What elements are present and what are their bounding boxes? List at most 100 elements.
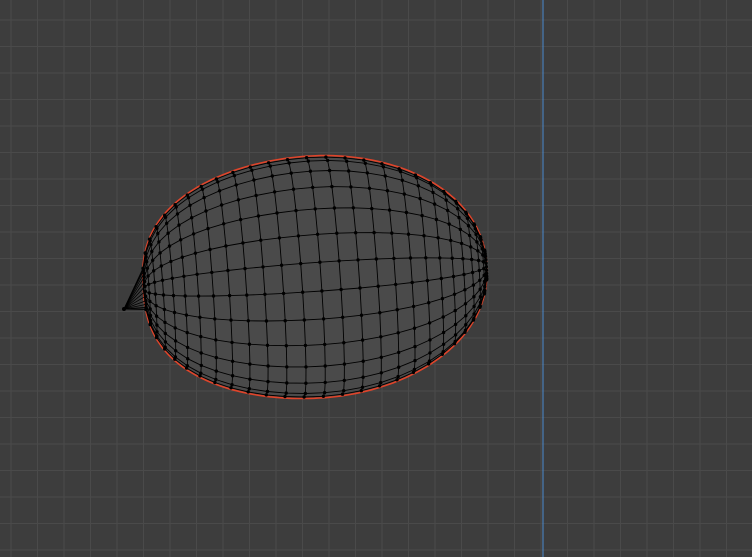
mesh-vertex[interactable] [362, 158, 366, 162]
mesh-vertex[interactable] [156, 231, 160, 236]
mesh-vertex[interactable] [185, 330, 189, 335]
mesh-vertex[interactable] [440, 296, 445, 301]
mesh-vertex[interactable] [306, 159, 310, 163]
mesh-vertex[interactable] [147, 282, 151, 286]
mesh-vertex[interactable] [216, 180, 220, 184]
mesh-vertex[interactable] [464, 210, 468, 214]
mesh-vertex[interactable] [145, 260, 149, 264]
mesh-vertex[interactable] [186, 357, 190, 361]
mesh-vertex[interactable] [182, 274, 186, 278]
mesh-vertex[interactable] [153, 292, 158, 296]
mesh-vertex[interactable] [259, 238, 263, 242]
mesh-vertex[interactable] [230, 383, 234, 387]
mesh-vertex[interactable] [277, 236, 282, 240]
mesh-vertex[interactable] [323, 342, 327, 347]
mesh-vertex[interactable] [185, 364, 189, 368]
mesh-vertex[interactable] [392, 256, 396, 261]
mesh-vertex[interactable] [327, 168, 332, 173]
mesh-vertex[interactable] [321, 394, 326, 398]
mesh-vertex[interactable] [404, 210, 409, 215]
mesh-vertex[interactable] [351, 206, 355, 210]
mesh-vertex[interactable] [406, 232, 411, 236]
mesh-vertex[interactable] [379, 371, 383, 375]
mesh-vertex[interactable] [303, 391, 307, 396]
mesh-vertex[interactable] [469, 245, 473, 249]
mesh-vertex[interactable] [155, 323, 159, 327]
mesh-vertex[interactable] [463, 302, 468, 306]
mesh-vertex[interactable] [361, 375, 365, 379]
mesh-vertex[interactable] [283, 394, 287, 399]
mesh-vertex[interactable] [308, 169, 313, 173]
mesh-vertex[interactable] [143, 284, 147, 289]
mesh-vertex[interactable] [169, 259, 173, 264]
mesh-vertex[interactable] [395, 308, 399, 312]
mesh-vertex[interactable] [408, 256, 413, 260]
mesh-vertex[interactable] [206, 226, 210, 231]
mesh-vertex[interactable] [439, 276, 443, 281]
mesh-vertex[interactable] [202, 195, 206, 200]
mesh-vertex[interactable] [482, 273, 486, 277]
mesh-vertex[interactable] [438, 256, 442, 260]
mesh-vertex[interactable] [166, 231, 170, 235]
mesh-vertex[interactable] [227, 293, 232, 298]
mesh-vertex[interactable] [161, 293, 166, 297]
mesh-vertex[interactable] [475, 240, 479, 244]
mesh-vertex[interactable] [397, 350, 401, 355]
mesh-vertex[interactable] [379, 335, 383, 339]
mesh-vertex[interactable] [219, 203, 224, 207]
mesh-vertex[interactable] [441, 350, 445, 354]
mesh-vertex[interactable] [174, 349, 178, 353]
mesh-vertex[interactable] [299, 261, 303, 266]
mesh-vertex[interactable] [281, 291, 286, 296]
mesh-vertex[interactable] [349, 185, 353, 189]
mesh-vertex[interactable] [266, 161, 271, 165]
mesh-vertex[interactable] [471, 283, 476, 287]
mesh-vertex[interactable] [143, 251, 147, 255]
mesh-vertex[interactable] [459, 241, 464, 246]
mesh-vertex[interactable] [198, 315, 202, 319]
mesh-vertex[interactable] [428, 351, 432, 355]
mesh-vertex[interactable] [296, 234, 301, 238]
mesh-vertex[interactable] [199, 184, 203, 189]
mesh-vertex[interactable] [229, 386, 233, 390]
mesh-vertex[interactable] [482, 279, 487, 284]
mesh-vertex[interactable] [145, 266, 150, 270]
mesh-vertex[interactable] [254, 193, 258, 198]
mesh-vertex[interactable] [427, 359, 432, 363]
mesh-vertex[interactable] [339, 287, 343, 292]
mesh-vertex[interactable] [283, 319, 287, 323]
mesh-vertex[interactable] [482, 248, 487, 252]
mesh-vertex[interactable] [449, 238, 453, 243]
mesh-vertex[interactable] [158, 251, 162, 255]
mesh-vertex[interactable] [210, 270, 214, 275]
mesh-vertex[interactable] [454, 199, 458, 203]
mesh-vertex[interactable] [452, 292, 457, 296]
mesh-vertex[interactable] [321, 317, 326, 321]
mesh-vertex[interactable] [246, 319, 250, 323]
mesh-vertex[interactable] [224, 244, 228, 248]
mesh-vertex[interactable] [167, 244, 172, 248]
mesh-vertex[interactable] [230, 374, 235, 378]
mesh-vertex[interactable] [396, 374, 400, 379]
mesh-vertex[interactable] [148, 307, 152, 311]
mesh-vertex[interactable] [425, 278, 430, 283]
mesh-vertex[interactable] [213, 317, 217, 321]
mesh-vertex[interactable] [472, 312, 476, 316]
mesh-vertex[interactable] [222, 222, 226, 226]
mesh-vertex[interactable] [154, 314, 159, 318]
mesh-vertex[interactable] [184, 313, 189, 317]
mesh-vertex[interactable] [275, 211, 279, 215]
mesh-vertex[interactable] [248, 362, 252, 366]
mesh-vertex[interactable] [173, 203, 177, 207]
mesh-vertex[interactable] [155, 330, 159, 334]
mesh-vertex[interactable] [214, 355, 218, 360]
mesh-vertex[interactable] [142, 275, 146, 279]
mesh-vertex[interactable] [345, 159, 349, 163]
mesh-vertex[interactable] [358, 286, 362, 290]
mesh-vertex[interactable] [264, 319, 269, 323]
mesh-vertex[interactable] [365, 171, 369, 175]
mesh-vertex[interactable] [146, 274, 150, 278]
mesh-vertex[interactable] [250, 168, 254, 172]
mesh-vertex[interactable] [199, 351, 203, 355]
mesh-vertex[interactable] [173, 339, 178, 343]
